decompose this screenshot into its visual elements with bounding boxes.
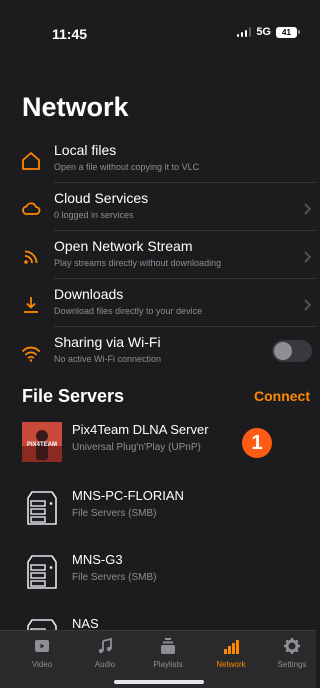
tab-settings[interactable]: Settings <box>262 637 320 669</box>
chevron-right-icon <box>304 251 312 263</box>
house-icon <box>22 152 40 170</box>
status-bar: 11:45 5G 41 <box>0 0 316 60</box>
tab-label: Playlists <box>153 660 183 669</box>
section-title: File Servers <box>22 386 125 406</box>
tab-audio[interactable]: Audio <box>75 637 135 669</box>
download-icon <box>24 297 38 313</box>
network-bars-icon <box>224 640 239 654</box>
thumb-text: PIX4TEAM <box>27 442 57 448</box>
connect-button[interactable]: Connect <box>254 388 310 404</box>
menu-item-downloads[interactable]: Downloads Download files directly to you… <box>0 282 316 330</box>
rss-feed-icon <box>24 250 38 264</box>
wifi-icon <box>22 346 40 362</box>
signal-icon <box>236 27 252 37</box>
server-item-nas[interactable]: NAS <box>0 606 316 630</box>
server-name: MNS-G3 <box>72 552 123 567</box>
server-type: File Servers (SMB) <box>72 572 157 583</box>
menu-item-title: Cloud Services <box>54 190 149 206</box>
server-thumbnail: PIX4TEAM <box>22 422 62 462</box>
tab-label: Network <box>216 660 246 669</box>
server-name: MNS-PC-FLORIAN <box>72 488 184 503</box>
menu-item-local-files[interactable]: Local files Open a file without copying … <box>0 138 316 186</box>
chevron-right-icon <box>304 299 312 311</box>
cloud-icon <box>22 202 41 215</box>
chevron-right-icon <box>304 203 312 215</box>
status-indicators: 5G 41 <box>236 26 300 38</box>
video-icon <box>35 640 49 652</box>
menu-item-subtitle: Play streams directly without downloadin… <box>54 258 222 268</box>
menu-item-cloud-services[interactable]: Cloud Services 0 logged in services <box>0 186 316 234</box>
server-item-mns-pc-florian[interactable]: MNS-PC-FLORIAN File Servers (SMB) <box>0 478 316 538</box>
tab-network[interactable]: Network <box>201 637 261 669</box>
battery-icon: 41 <box>276 26 300 38</box>
status-time: 11:45 <box>52 26 88 42</box>
menu-item-subtitle: 0 logged in services <box>54 210 134 220</box>
server-type: File Servers (SMB) <box>72 508 157 519</box>
tab-playlists[interactable]: Playlists <box>138 637 198 669</box>
divider <box>54 182 316 183</box>
server-type: Universal Plug'n'Play (UPnP) <box>72 442 201 453</box>
server-name: Pix4Team DLNA Server <box>72 422 209 437</box>
menu-item-sharing-wifi: Sharing via Wi-Fi No active Wi-Fi connec… <box>0 330 316 378</box>
menu-item-title: Downloads <box>54 286 124 302</box>
menu-item-title: Open Network Stream <box>54 238 193 254</box>
tab-label: Video <box>31 660 53 669</box>
menu-item-title: Sharing via Wi-Fi <box>54 334 161 350</box>
wifi-sharing-toggle[interactable] <box>272 340 312 362</box>
battery-level: 41 <box>276 26 297 38</box>
divider <box>54 278 316 279</box>
gear-icon <box>284 638 300 654</box>
menu-item-subtitle: Open a file without copying it to VLC <box>54 162 200 172</box>
menu-item-open-network-stream[interactable]: Open Network Stream Play streams directl… <box>0 234 316 282</box>
server-name: NAS <box>72 616 99 630</box>
menu-item-subtitle: No active Wi-Fi connection <box>54 354 162 364</box>
page-title: Network <box>22 92 129 122</box>
server-item-mns-g3[interactable]: MNS-G3 File Servers (SMB) <box>0 542 316 602</box>
playlist-icon <box>161 638 175 654</box>
server-icon <box>27 491 57 525</box>
tab-label: Audio <box>94 660 116 669</box>
server-icon <box>27 619 57 630</box>
callout-badge: 1 <box>242 428 272 458</box>
divider <box>54 326 316 327</box>
menu-item-title: Local files <box>54 142 117 158</box>
tab-label: Settings <box>277 660 307 669</box>
server-icon <box>27 555 57 589</box>
divider <box>54 230 316 231</box>
menu-item-subtitle: Download files directly to your device <box>54 306 203 316</box>
home-indicator <box>114 680 204 684</box>
music-note-icon <box>98 637 112 654</box>
toggle-knob <box>274 342 292 360</box>
tab-video[interactable]: Video <box>12 637 72 669</box>
network-type: 5G <box>256 26 271 38</box>
